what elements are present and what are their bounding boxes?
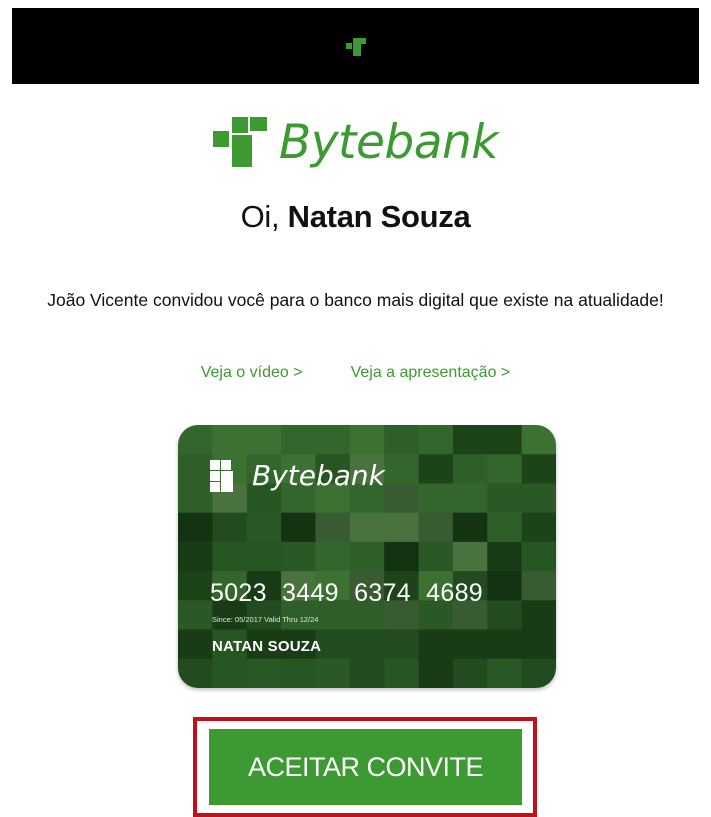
bytebank-logo-icon — [212, 117, 267, 167]
greeting-user-name: Natan Souza — [287, 199, 471, 234]
credit-card-image: Bytebank 5023 3449 6374 4689 Since: 05/2… — [178, 425, 556, 688]
links-row: Veja o vídeo > Veja a apresentação > — [0, 364, 711, 382]
email-header-bar — [12, 8, 699, 84]
greeting-heading: Oi, Natan Souza — [0, 199, 711, 235]
card-holder-name: NATAN SOUZA — [212, 638, 322, 655]
view-presentation-link[interactable]: Veja a apresentação > — [351, 364, 511, 382]
greeting-prefix: Oi, — [240, 199, 280, 234]
card-dates: Since: 05/2017 Valid Thru 12/24 — [212, 615, 319, 624]
accept-invite-button[interactable]: ACEITAR CONVITE — [209, 729, 522, 805]
brand-logo: Bytebank — [0, 110, 711, 174]
card-brand-name: Bytebank — [252, 459, 385, 492]
card-bytebank-mark-icon — [210, 460, 233, 492]
card-number: 5023 3449 6374 4689 — [210, 579, 483, 607]
invite-message: João Vicente convidou você para o banco … — [47, 290, 664, 310]
watch-video-link[interactable]: Veja o vídeo > — [201, 364, 303, 382]
card-logo: Bytebank — [210, 460, 385, 492]
brand-name: Bytebank — [278, 114, 499, 170]
bytebank-mark-icon — [345, 38, 366, 56]
